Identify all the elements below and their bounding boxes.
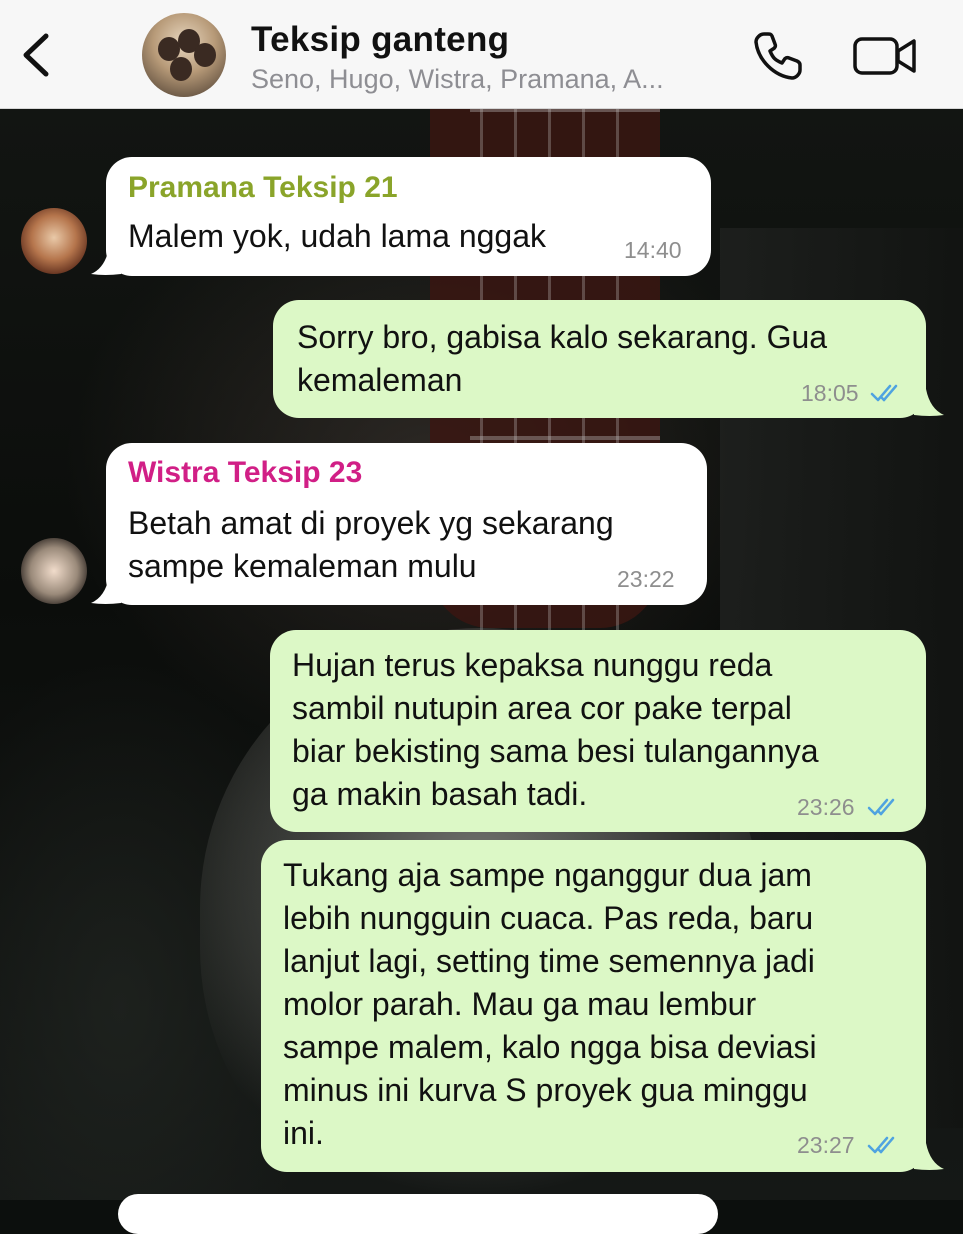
avatar-face bbox=[194, 43, 216, 67]
sender-name: Pramana Teksip 21 bbox=[128, 171, 398, 204]
message-text: Sorry bro, gabisa kalo sekarang. Gua kem… bbox=[297, 319, 828, 398]
back-button[interactable] bbox=[18, 30, 58, 80]
message-time: 23:26 bbox=[797, 794, 855, 820]
message-text: Tukang aja sampe nganggur dua jam lebih … bbox=[283, 857, 817, 1151]
chat-header: Teksip ganteng Seno, Hugo, Wistra, Prama… bbox=[0, 0, 963, 109]
sender-avatar-pramana[interactable] bbox=[21, 208, 87, 274]
message-time: 14:40 bbox=[624, 237, 682, 263]
voice-call-button[interactable] bbox=[752, 30, 804, 82]
group-members[interactable]: Seno, Hugo, Wistra, Pramana, A... bbox=[251, 64, 664, 95]
message-text: Malem yok, udah lama nggak bbox=[128, 218, 546, 254]
message-time: 23:22 bbox=[617, 566, 675, 592]
video-call-button[interactable] bbox=[852, 34, 918, 78]
message-time: 18:05 bbox=[801, 380, 859, 406]
message-time: 23:27 bbox=[797, 1132, 855, 1158]
phone-icon bbox=[754, 32, 802, 80]
video-camera-icon bbox=[853, 37, 916, 75]
avatar-face bbox=[170, 57, 192, 81]
read-receipt-icon bbox=[870, 384, 898, 402]
message-text: Hujan terus kepaksa nunggu reda sambil n… bbox=[292, 647, 819, 812]
chevron-left-icon bbox=[23, 33, 49, 77]
message-bubble-incoming[interactable]: Wistra Teksip 23 Betah amat di proyek yg… bbox=[106, 443, 707, 605]
sender-avatar-wistra[interactable] bbox=[21, 538, 87, 604]
message-bubble-outgoing[interactable]: Hujan terus kepaksa nunggu reda sambil n… bbox=[270, 630, 926, 832]
message-bubble-outgoing[interactable]: Sorry bro, gabisa kalo sekarang. Gua kem… bbox=[273, 300, 926, 418]
message-text: Betah amat di proyek yg sekarang sampe k… bbox=[128, 505, 614, 584]
group-avatar[interactable] bbox=[142, 13, 226, 97]
message-bubble-incoming[interactable]: Pramana Teksip 21 Malem yok, udah lama n… bbox=[106, 157, 711, 276]
message-bubble-partial bbox=[118, 1194, 718, 1234]
read-receipt-icon bbox=[867, 798, 895, 816]
sender-name: Wistra Teksip 23 bbox=[128, 456, 363, 489]
message-bubble-outgoing[interactable]: Tukang aja sampe nganggur dua jam lebih … bbox=[261, 840, 926, 1172]
group-title[interactable]: Teksip ganteng bbox=[251, 20, 509, 60]
read-receipt-icon bbox=[867, 1136, 895, 1154]
